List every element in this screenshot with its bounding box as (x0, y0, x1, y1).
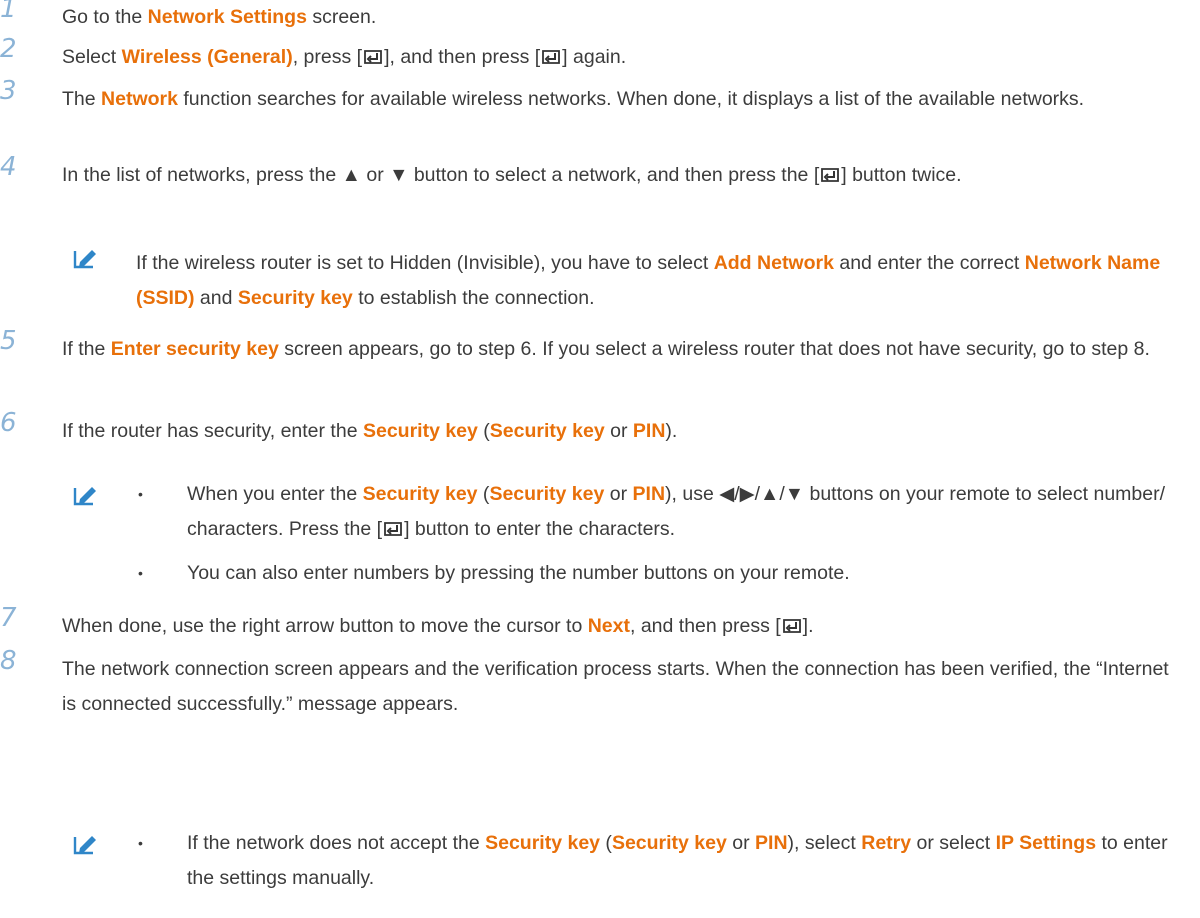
note-pencil-icon (73, 250, 96, 269)
enter-key-icon (821, 168, 840, 182)
enter-key-icon (782, 619, 801, 633)
step-number: 8 (0, 646, 17, 676)
step-text: When done, use the right arrow button to… (62, 615, 814, 637)
note-text: You can also enter numbers by pressing t… (187, 562, 850, 584)
step-text: Select Wireless (General), press [], and… (62, 46, 627, 68)
step-text: If the Enter security key screen appears… (62, 338, 1150, 360)
step-text: If the router has security, enter the Se… (62, 420, 678, 442)
step-text: The network connection screen appears an… (62, 658, 1169, 715)
note-pencil-icon (73, 836, 96, 855)
step-text: In the list of networks, press the ▲ or … (62, 164, 962, 186)
enter-key-icon (364, 50, 382, 64)
note-pencil-icon (73, 487, 96, 506)
bullet: • (138, 565, 143, 581)
step-number: 3 (0, 76, 17, 106)
note-text: When you enter the Security key (Securit… (187, 483, 1166, 540)
step-number: 2 (0, 34, 17, 64)
step-number: 1 (0, 0, 17, 24)
step-number: 4 (0, 152, 17, 182)
bullet: • (138, 486, 143, 502)
step-text: The Network function searches for availa… (62, 88, 1085, 110)
note-text: If the wireless router is set to Hidden … (136, 252, 1161, 309)
bullet: • (138, 835, 143, 851)
step-number: 5 (0, 326, 17, 356)
note-text: If the network does not accept the Secur… (187, 832, 1168, 889)
step-number: 7 (0, 603, 17, 633)
step-number: 6 (0, 408, 17, 438)
step-text: Go to the Network Settings screen. (62, 6, 377, 28)
enter-key-icon (542, 50, 561, 64)
enter-key-icon (384, 522, 402, 536)
